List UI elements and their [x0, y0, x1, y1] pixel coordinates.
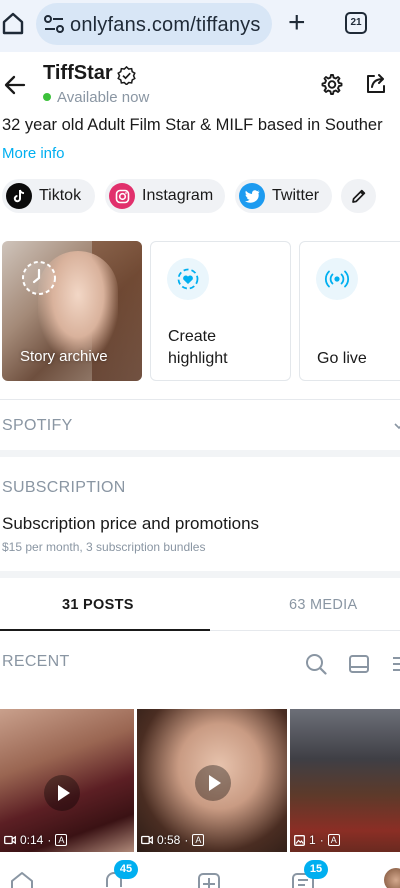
media-meta: 0:14 · A	[4, 833, 68, 847]
heart-clock-icon	[167, 258, 209, 300]
story-archive-card[interactable]: Story archive	[2, 241, 142, 381]
instagram-label: Instagram	[142, 187, 214, 204]
active-tab-indicator	[0, 629, 210, 631]
notifications-badge: 45	[114, 860, 138, 879]
home-nav-icon[interactable]	[9, 870, 35, 888]
play-icon	[44, 775, 80, 811]
avatar[interactable]	[384, 868, 400, 888]
more-info-link[interactable]: More info	[2, 145, 65, 162]
profile-bio: 32 year old Adult Film Star & MILF based…	[2, 116, 383, 134]
twitter-link[interactable]: Twitter	[235, 179, 332, 213]
new-tab-button[interactable]: +	[288, 8, 306, 38]
go-live-label: Go live	[317, 350, 367, 367]
search-icon[interactable]	[305, 653, 327, 675]
edit-socials-button[interactable]	[341, 179, 376, 213]
site-settings-icon[interactable]	[44, 15, 64, 33]
story-archive-label: Story archive	[20, 348, 108, 365]
add-post-icon[interactable]	[197, 870, 221, 888]
tiktok-link[interactable]: Tiktok	[2, 179, 95, 213]
recent-section-title: RECENT	[2, 653, 70, 670]
media-flag: A	[327, 834, 340, 846]
subscription-price-link[interactable]: Subscription price and promotions	[2, 514, 259, 534]
video-duration: 0:14	[20, 833, 44, 847]
home-icon[interactable]	[2, 11, 24, 35]
profile-name: TiffStar	[43, 62, 113, 84]
status-text: Available now	[57, 89, 150, 106]
tiktok-icon	[6, 183, 32, 209]
section-separator	[0, 571, 400, 578]
create-highlight-label-line1: Create	[168, 328, 217, 345]
twitter-icon	[239, 183, 265, 209]
url-text: onlyfans.com/tiffanys	[70, 14, 261, 36]
subscription-detail: $15 per month, 3 subscription bundles	[2, 540, 206, 554]
create-highlight-card[interactable]: Create highlight	[150, 241, 291, 381]
broadcast-icon	[316, 258, 358, 300]
tab-media[interactable]: 63 MEDIA	[289, 597, 357, 613]
subscription-section-title: SUBSCRIPTION	[2, 479, 126, 496]
section-separator	[0, 450, 400, 457]
image-count: 1	[309, 833, 316, 847]
video-duration: 0:58	[157, 833, 181, 847]
media-thumbnail[interactable]: 0:14 · A	[0, 709, 134, 852]
sort-icon[interactable]	[391, 653, 400, 675]
video-camera-icon	[4, 835, 16, 845]
media-flag: A	[192, 834, 205, 846]
play-icon	[195, 765, 231, 801]
pencil-icon	[351, 189, 365, 203]
verified-badge-icon	[117, 66, 136, 85]
go-live-card[interactable]: Go live	[299, 241, 400, 381]
video-camera-icon	[141, 835, 153, 845]
tab-switcher-button[interactable]: 21	[345, 12, 367, 34]
tab-posts[interactable]: 31 POSTS	[62, 597, 134, 613]
view-mode-icon[interactable]	[348, 653, 370, 675]
media-meta: 1 · A	[294, 833, 340, 847]
chevron-down-icon[interactable]	[394, 421, 400, 431]
media-flag: A	[55, 834, 68, 846]
instagram-icon	[109, 183, 135, 209]
instagram-link[interactable]: Instagram	[105, 179, 225, 213]
gear-icon[interactable]	[319, 73, 343, 97]
image-icon	[294, 834, 305, 846]
tiktok-label: Tiktok	[39, 187, 82, 204]
browser-toolbar: onlyfans.com/tiffanys + 21	[0, 0, 400, 52]
create-highlight-label-line2: highlight	[168, 350, 228, 367]
divider	[0, 399, 400, 400]
media-thumbnail[interactable]: 0:58 · A	[137, 709, 287, 852]
spotify-section-title[interactable]: SPOTIFY	[2, 417, 73, 435]
address-bar[interactable]: onlyfans.com/tiffanys	[36, 3, 272, 45]
media-thumbnail[interactable]: 1 · A	[290, 709, 400, 852]
history-clock-icon	[22, 261, 56, 295]
messages-badge: 15	[304, 860, 328, 879]
twitter-label: Twitter	[272, 187, 320, 204]
back-arrow-icon[interactable]	[4, 74, 26, 96]
share-icon[interactable]	[364, 72, 388, 96]
bottom-navigation	[0, 862, 400, 888]
availability-status: Available now	[43, 89, 149, 106]
online-dot	[43, 93, 51, 101]
media-meta: 0:58 · A	[141, 833, 205, 847]
